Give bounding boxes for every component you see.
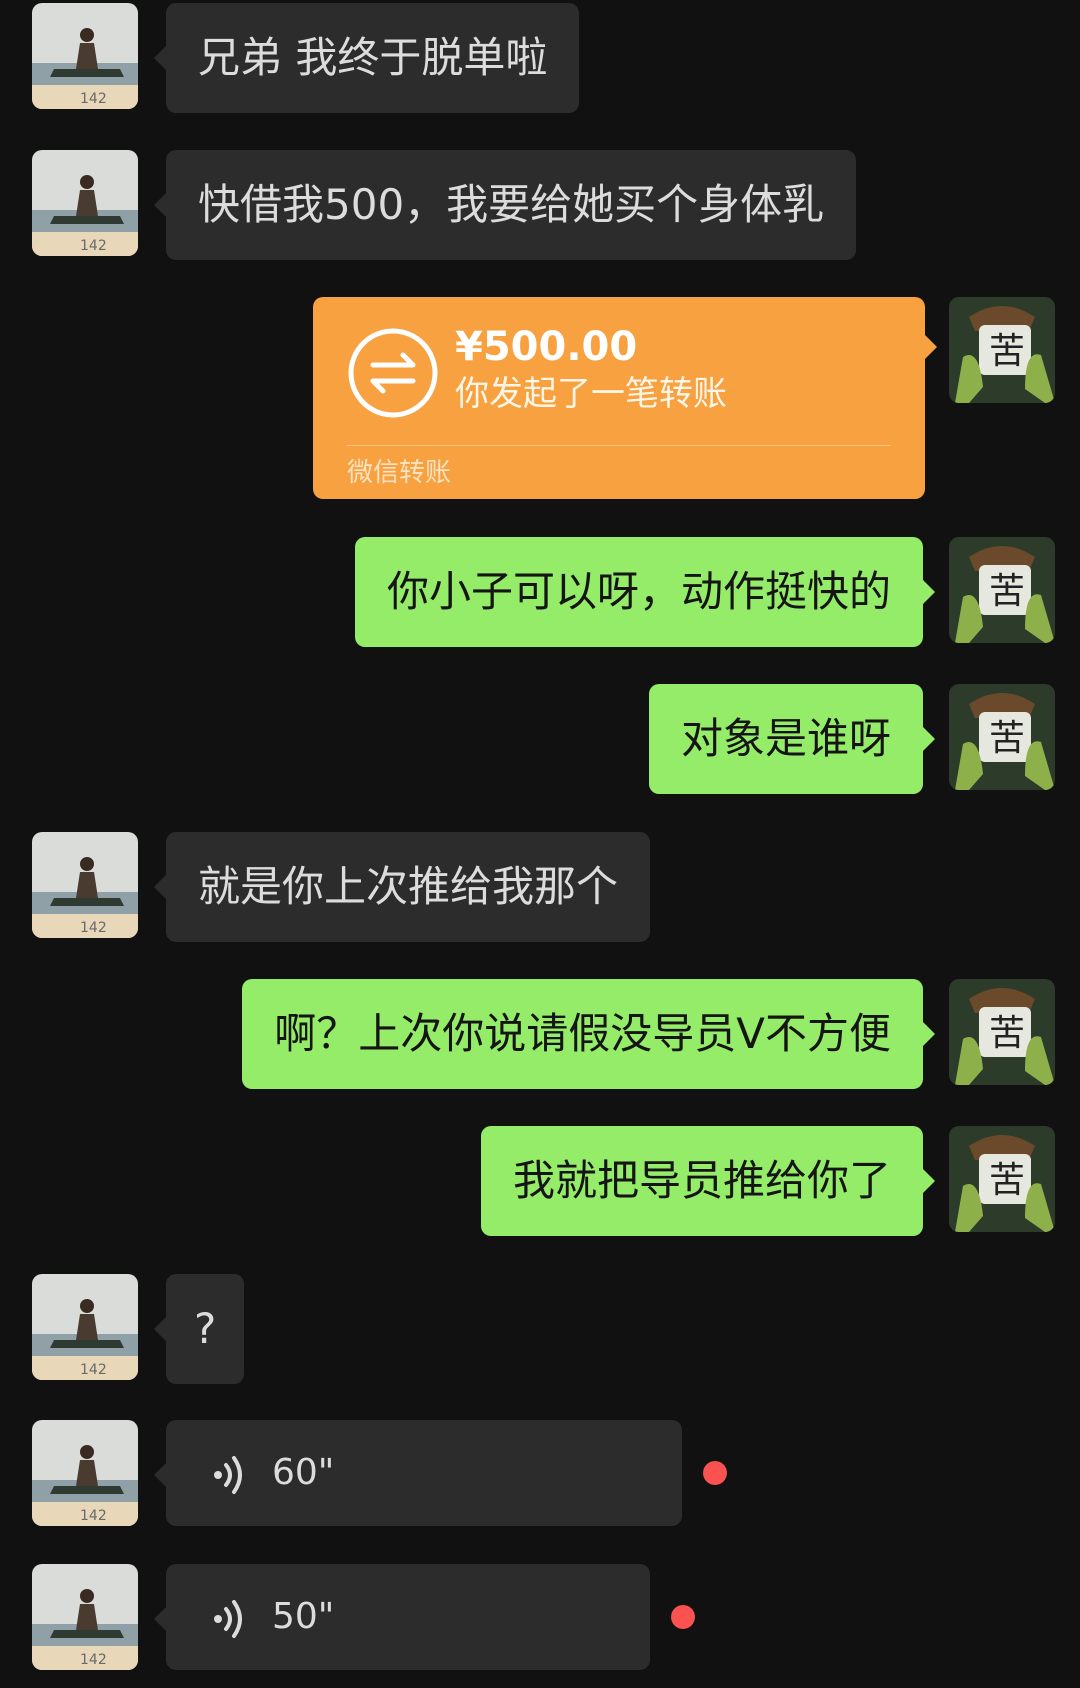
my-avatar[interactable]: 苦 [949,979,1055,1085]
friend-avatar[interactable]: 142 [32,1564,138,1670]
avatar-glyph: 苦 [989,718,1025,759]
friend-avatar[interactable]: 142 [32,3,138,109]
avatar-glyph: 苦 [989,331,1025,372]
message-text: 对象是谁呀 [680,714,891,763]
my-avatar-image: 苦 [949,979,1055,1085]
friend-avatar-image: 142 [32,150,138,256]
friend-avatar-image: 142 [32,1420,138,1526]
incoming-message-bubble[interactable]: 快借我500，我要给她买个身体乳 [153,150,857,260]
avatar-label: 142 [80,920,107,936]
avatar-label: 142 [80,91,107,107]
voice-wave-icon [214,1600,242,1638]
my-avatar-image: 苦 [949,1126,1055,1232]
my-avatar[interactable]: 苦 [949,684,1055,790]
incoming-message-bubble[interactable]: ? [153,1274,245,1384]
avatar-label: 142 [80,238,107,254]
transfer-card[interactable]: ¥500.00 你发起了一笔转账 微信转账 [313,297,937,499]
message-text: 啊？上次你说请假没导员V不方便 [274,1009,891,1058]
voice-wave-icon [214,1456,242,1494]
outgoing-message-bubble[interactable]: 我就把导员推给你了 [480,1126,936,1236]
message-text: ? [194,1304,217,1353]
friend-avatar-image: 142 [32,1274,138,1380]
transfer-amount: ¥500.00 [455,324,638,370]
my-avatar-image: 苦 [949,537,1055,643]
voice-message-bubble[interactable]: 50" [154,1564,650,1670]
transfer-footer: 微信转账 [347,458,452,488]
incoming-message-bubble[interactable]: 就是你上次推给我那个 [153,832,651,942]
transfer-description: 你发起了一笔转账 [455,374,727,414]
outgoing-message-bubble[interactable]: 你小子可以呀，动作挺快的 [354,537,936,647]
avatar-glyph: 苦 [989,1160,1025,1201]
friend-avatar[interactable]: 142 [32,832,138,938]
friend-avatar-image: 142 [32,1564,138,1670]
message-text: 你小子可以呀，动作挺快的 [386,567,891,616]
outgoing-message-bubble[interactable]: 啊？上次你说请假没导员V不方便 [242,979,935,1089]
avatar-glyph: 苦 [989,571,1025,612]
message-text: 兄弟 我终于脱单啦 [198,33,548,82]
my-avatar-image: 苦 [949,684,1055,790]
unread-dot [703,1461,727,1485]
friend-avatar[interactable]: 142 [32,1420,138,1526]
message-text: 就是你上次推给我那个 [198,862,619,911]
message-text: 快借我500，我要给她买个身体乳 [198,180,825,229]
avatar-label: 142 [80,1508,107,1524]
my-avatar[interactable]: 苦 [949,537,1055,643]
transfer-icon [348,328,438,418]
my-avatar-image: 苦 [949,297,1055,403]
message-text: 我就把导员推给你了 [512,1156,891,1205]
voice-duration: 60" [272,1452,335,1493]
my-avatar[interactable]: 苦 [949,297,1055,403]
friend-avatar-image: 142 [32,832,138,938]
avatar-label: 142 [80,1362,107,1378]
transfer-divider [347,445,891,446]
voice-message-bubble[interactable]: 60" [154,1420,682,1526]
unread-dot [671,1605,695,1629]
friend-avatar[interactable]: 142 [32,150,138,256]
friend-avatar[interactable]: 142 [32,1274,138,1380]
my-avatar[interactable]: 苦 [949,1126,1055,1232]
voice-duration: 50" [272,1596,335,1637]
avatar-glyph: 苦 [989,1013,1025,1054]
friend-avatar-image: 142 [32,3,138,109]
incoming-message-bubble[interactable]: 兄弟 我终于脱单啦 [153,3,580,113]
avatar-label: 142 [80,1652,107,1668]
outgoing-message-bubble[interactable]: 对象是谁呀 [648,684,936,794]
